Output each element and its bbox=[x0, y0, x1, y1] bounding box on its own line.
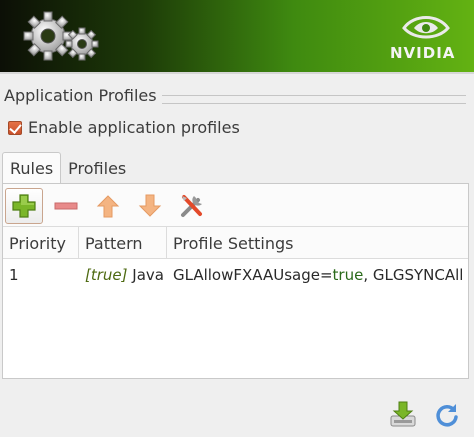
table-row[interactable]: 1 [true] Java GLAllowFXAAUsage=true, GLG… bbox=[3, 259, 468, 291]
rules-panel: Priority Pattern Profile Settings 1 [tru… bbox=[2, 183, 469, 379]
move-down-button[interactable] bbox=[131, 188, 169, 224]
nvidia-eye-icon bbox=[402, 16, 450, 39]
nvidia-banner: NVIDIA bbox=[0, 0, 474, 74]
nvidia-logo-text: NVIDIA bbox=[390, 44, 456, 62]
add-rule-button[interactable] bbox=[5, 188, 43, 224]
pattern-condition: [true] bbox=[85, 266, 128, 284]
section-title: Application Profiles bbox=[4, 86, 157, 105]
edit-rule-button[interactable] bbox=[173, 188, 211, 224]
section-divider bbox=[162, 103, 466, 104]
tab-profiles[interactable]: Profiles bbox=[61, 152, 133, 184]
enable-profiles-checkbox[interactable] bbox=[8, 120, 22, 135]
gears-icon bbox=[23, 11, 99, 61]
cell-priority: 1 bbox=[9, 266, 19, 284]
tab-bar: Rules Profiles bbox=[2, 152, 133, 184]
remove-rule-button[interactable] bbox=[47, 188, 85, 224]
settings-value: true bbox=[332, 266, 364, 284]
reload-icon bbox=[436, 404, 458, 427]
rules-toolbar bbox=[5, 186, 215, 226]
move-up-button[interactable] bbox=[89, 188, 127, 224]
settings-more: , GLGSYNCAll bbox=[363, 266, 464, 284]
save-icon bbox=[390, 401, 416, 427]
cell-profile-settings: GLAllowFXAAUsage=true, GLGSYNCAll bbox=[167, 266, 468, 284]
rules-table: Priority Pattern Profile Settings 1 [tru… bbox=[3, 226, 468, 378]
column-header-pattern[interactable]: Pattern bbox=[79, 227, 167, 259]
edit-rule-icon bbox=[181, 195, 202, 217]
cell-pattern: [true] Java bbox=[79, 266, 167, 284]
table-header: Priority Pattern Profile Settings bbox=[3, 227, 468, 259]
save-button[interactable] bbox=[388, 400, 418, 434]
section-divider bbox=[162, 95, 466, 96]
column-header-priority[interactable]: Priority bbox=[3, 227, 79, 259]
enable-profiles-label[interactable]: Enable application profiles bbox=[28, 118, 240, 137]
column-header-profile-settings[interactable]: Profile Settings bbox=[167, 227, 468, 259]
pattern-value: Java bbox=[132, 266, 164, 284]
enable-profiles-row[interactable]: Enable application profiles bbox=[8, 118, 240, 137]
reload-button[interactable] bbox=[434, 402, 460, 432]
move-down-icon bbox=[138, 194, 162, 217]
add-rule-icon bbox=[12, 194, 36, 218]
move-up-icon bbox=[96, 195, 120, 218]
remove-rule-icon bbox=[54, 202, 78, 210]
settings-key: GLAllowFXAAUsage= bbox=[173, 266, 333, 284]
tab-rules[interactable]: Rules bbox=[2, 152, 62, 184]
